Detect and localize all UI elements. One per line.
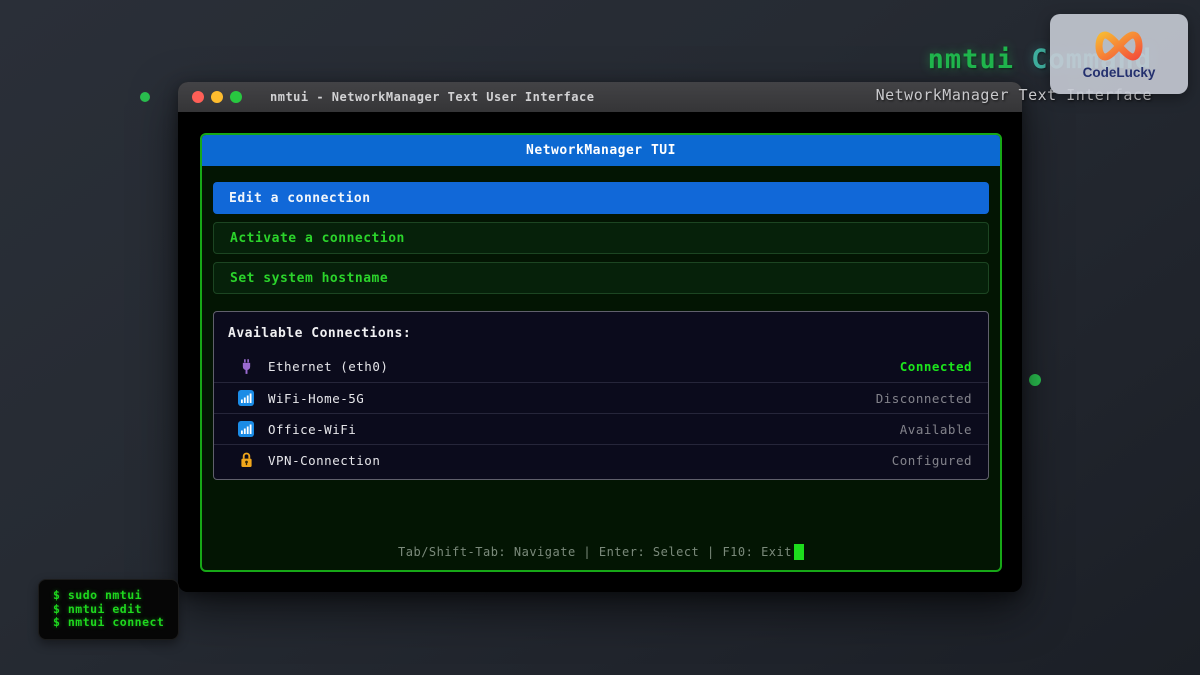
ethernet-plug-icon bbox=[238, 359, 254, 375]
menu-item-label: Set system hostname bbox=[230, 271, 388, 286]
minimize-button[interactable] bbox=[211, 91, 223, 103]
available-connections-panel: Available Connections: Ethernet (eth0) C… bbox=[213, 311, 989, 480]
command-line: $ nmtui edit bbox=[53, 603, 164, 617]
terminal-cursor bbox=[794, 544, 804, 560]
menu-item-label: Activate a connection bbox=[230, 231, 405, 246]
panel-header: Available Connections: bbox=[214, 324, 988, 351]
tui-status-bar: Tab/Shift-Tab: Navigate | Enter: Select … bbox=[202, 544, 1000, 560]
terminal-window: nmtui - NetworkManager Text User Interfa… bbox=[178, 82, 1022, 592]
nmtui-title-bar: NetworkManager TUI bbox=[202, 135, 1000, 166]
maximize-button[interactable] bbox=[230, 91, 242, 103]
green-dot-decoration bbox=[140, 92, 150, 102]
terminal-body: NetworkManager TUI Edit a connection Act… bbox=[178, 112, 1022, 592]
window-controls bbox=[192, 91, 242, 103]
brand-card: CodeLucky bbox=[1050, 14, 1188, 94]
connection-name: Ethernet (eth0) bbox=[268, 359, 388, 374]
menu-item-set-hostname[interactable]: Set system hostname bbox=[213, 262, 989, 294]
connection-status: Disconnected bbox=[876, 391, 972, 406]
menu-item-label: Edit a connection bbox=[229, 191, 371, 206]
connection-row-wifi-home[interactable]: WiFi-Home-5G Disconnected bbox=[214, 382, 988, 413]
menu-item-activate-connection[interactable]: Activate a connection bbox=[213, 222, 989, 254]
brand-name: CodeLucky bbox=[1083, 65, 1156, 80]
wifi-signal-icon bbox=[238, 390, 254, 406]
close-button[interactable] bbox=[192, 91, 204, 103]
nmtui-dialog: NetworkManager TUI Edit a connection Act… bbox=[200, 133, 1002, 572]
desktop-background: nmtui Command NetworkManager Text Interf… bbox=[0, 0, 1200, 675]
connection-row-ethernet[interactable]: Ethernet (eth0) Connected bbox=[214, 351, 988, 382]
terminal-title: nmtui - NetworkManager Text User Interfa… bbox=[270, 90, 594, 104]
page-title-nmtui: nmtui bbox=[928, 44, 1014, 75]
connection-status: Configured bbox=[892, 453, 972, 468]
connection-row-vpn[interactable]: VPN-Connection Configured bbox=[214, 444, 988, 475]
wifi-signal-icon bbox=[238, 421, 254, 437]
command-examples-box: $ sudo nmtui $ nmtui edit $ nmtui connec… bbox=[38, 579, 179, 640]
connection-row-office-wifi[interactable]: Office-WiFi Available bbox=[214, 413, 988, 444]
command-line: $ nmtui connect bbox=[53, 616, 164, 630]
menu-item-edit-connection[interactable]: Edit a connection bbox=[213, 182, 989, 214]
keybinding-hints: Tab/Shift-Tab: Navigate | Enter: Select … bbox=[398, 545, 792, 559]
connection-name: VPN-Connection bbox=[268, 453, 380, 468]
connection-status: Available bbox=[900, 422, 972, 437]
connection-status: Connected bbox=[900, 359, 972, 374]
command-line: $ sudo nmtui bbox=[53, 589, 164, 603]
infinity-logo-icon bbox=[1090, 29, 1148, 67]
green-dot-decoration bbox=[1029, 374, 1041, 386]
connection-name: Office-WiFi bbox=[268, 422, 356, 437]
lock-icon bbox=[238, 452, 254, 468]
nmtui-content: Edit a connection Activate a connection … bbox=[202, 166, 1000, 480]
connection-name: WiFi-Home-5G bbox=[268, 391, 364, 406]
